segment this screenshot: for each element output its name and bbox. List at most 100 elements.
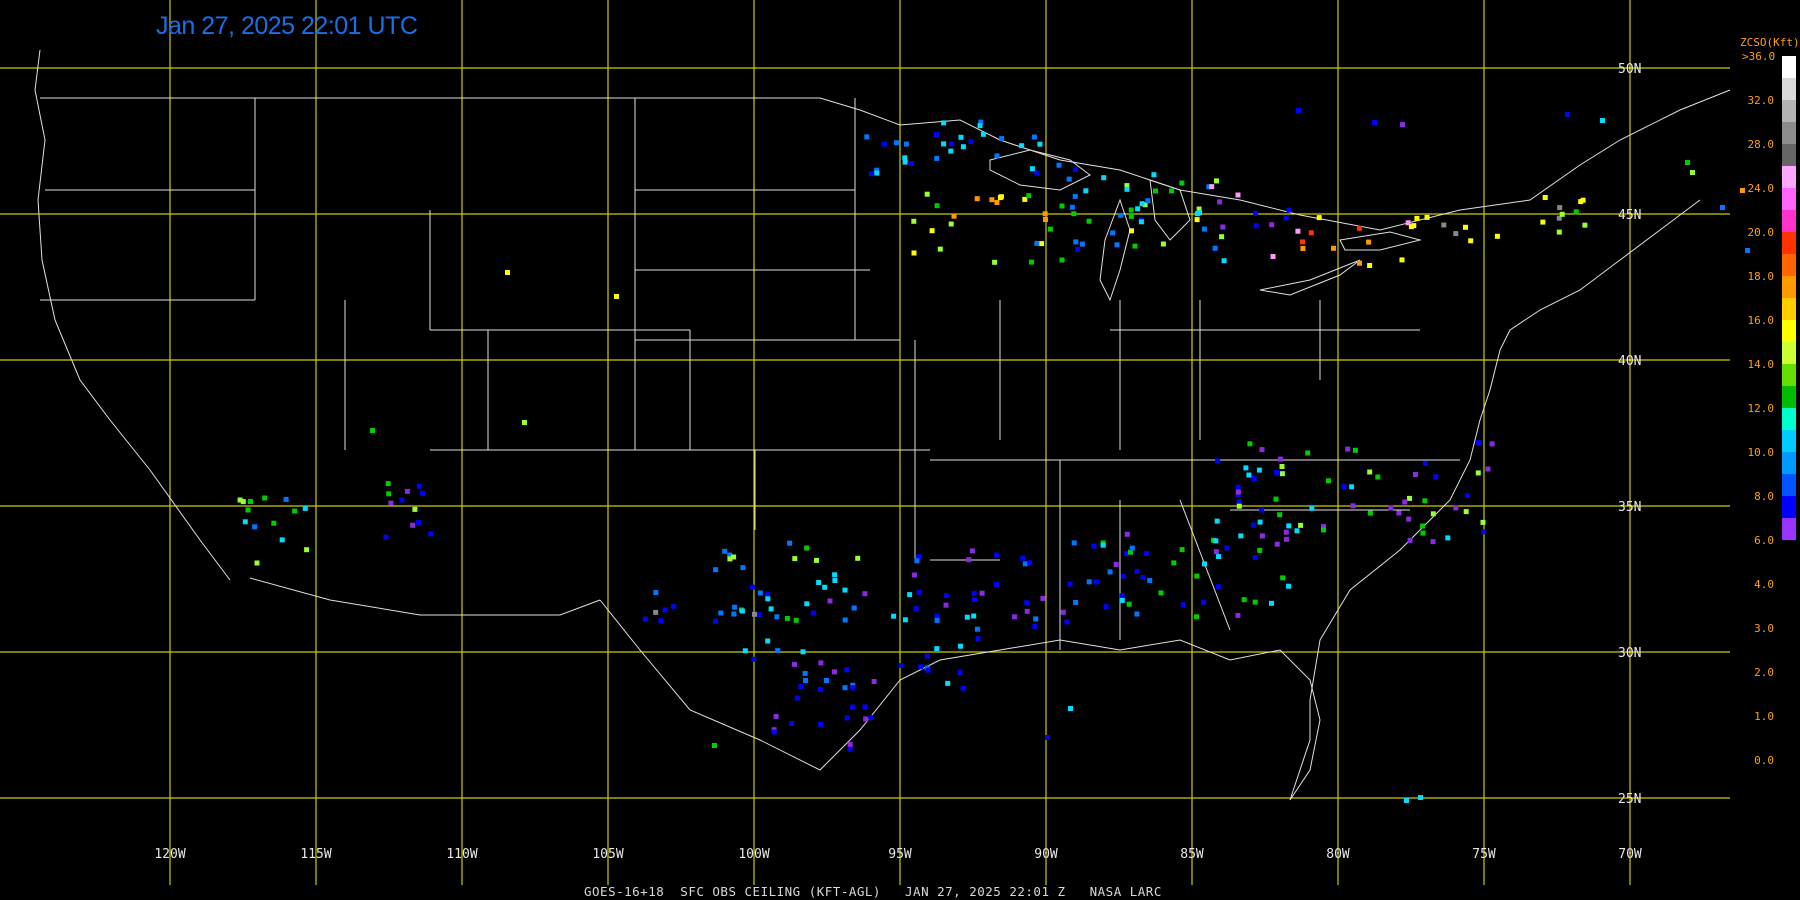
station-marker	[1094, 579, 1099, 585]
station-marker	[832, 578, 838, 583]
station-marker	[891, 613, 897, 619]
station-marker	[1399, 257, 1405, 263]
station-marker	[1012, 614, 1018, 620]
station-marker	[1202, 561, 1207, 567]
station-marker	[1279, 471, 1285, 477]
station-marker	[428, 531, 434, 537]
station-marker	[1559, 211, 1565, 217]
station-marker	[1256, 467, 1262, 473]
station-marker	[420, 490, 425, 496]
station-marker	[977, 123, 983, 129]
station-marker	[1582, 222, 1588, 228]
station-marker	[1480, 519, 1486, 525]
station-marker	[868, 715, 874, 721]
station-marker	[1259, 447, 1265, 453]
station-marker	[386, 491, 392, 497]
station-marker	[862, 704, 868, 710]
station-marker	[1565, 112, 1570, 117]
station-marker	[1128, 213, 1134, 219]
station-marker	[844, 667, 850, 673]
station-marker	[1236, 499, 1242, 504]
station-marker	[1100, 542, 1106, 548]
station-marker	[254, 560, 260, 566]
station-marker	[948, 221, 954, 227]
station-marker	[958, 643, 963, 649]
station-marker	[1367, 469, 1373, 475]
station-marker	[1075, 247, 1080, 252]
colorbar-segment	[1782, 474, 1796, 496]
station-marker	[975, 636, 981, 642]
station-marker	[292, 508, 298, 514]
station-marker	[1356, 225, 1362, 231]
colorbar-segment	[1782, 518, 1796, 540]
longitude-label: 90W	[1034, 847, 1058, 862]
station-marker	[1277, 456, 1283, 462]
station-marker	[1031, 134, 1037, 140]
longitude-label: 85W	[1180, 847, 1204, 862]
colorbar-tick-label: 16.0	[1747, 314, 1775, 327]
station-marker	[934, 203, 940, 209]
colorbar-segment	[1782, 254, 1796, 276]
station-marker	[1253, 210, 1259, 216]
station-marker	[1430, 511, 1436, 517]
station-marker	[1043, 217, 1048, 222]
station-marker	[505, 270, 510, 275]
colorbar-segment	[1782, 386, 1796, 408]
latitude-label: 45N	[1618, 208, 1641, 223]
station-marker	[1279, 464, 1285, 469]
station-marker	[1235, 192, 1241, 198]
station-marker	[1103, 604, 1109, 610]
station-marker	[1269, 222, 1275, 228]
station-marker	[871, 679, 877, 684]
station-marker	[898, 663, 904, 669]
station-marker	[1068, 706, 1073, 711]
colorbar-segment	[1782, 144, 1796, 166]
station-marker	[765, 596, 771, 602]
station-marker	[1475, 470, 1481, 476]
station-marker	[934, 613, 940, 619]
station-marker	[957, 670, 963, 676]
station-marker	[994, 200, 1000, 205]
station-marker	[1295, 228, 1301, 234]
station-marker	[1407, 495, 1412, 501]
station-marker	[1022, 561, 1028, 567]
station-marker	[1321, 527, 1326, 533]
station-marker	[713, 618, 719, 624]
station-marker	[818, 660, 824, 666]
station-marker	[1056, 162, 1062, 168]
colorbar	[1782, 56, 1796, 540]
colorbar-segment	[1782, 276, 1796, 298]
station-marker	[1194, 614, 1199, 620]
station-marker	[1180, 602, 1186, 608]
station-marker	[1300, 246, 1306, 251]
station-marker	[818, 686, 823, 692]
station-marker	[1221, 258, 1227, 264]
station-marker	[1257, 547, 1263, 553]
station-marker	[522, 420, 527, 425]
station-marker	[851, 605, 857, 611]
station-marker	[1241, 597, 1247, 603]
station-marker	[933, 132, 939, 138]
station-marker	[1091, 543, 1097, 549]
station-marker	[1286, 207, 1292, 213]
station-marker	[1404, 798, 1409, 803]
station-marker	[1422, 460, 1428, 466]
colorbar-tick-label: 0.0	[1754, 754, 1774, 767]
station-marker	[1481, 529, 1487, 535]
station-marker	[911, 572, 917, 578]
station-marker	[810, 610, 816, 616]
station-marker	[653, 609, 659, 615]
station-marker	[739, 608, 745, 614]
station-marker	[1101, 175, 1107, 181]
station-marker	[862, 591, 868, 597]
station-marker	[960, 144, 966, 150]
station-marker	[1422, 498, 1428, 504]
colorbar-segment	[1782, 496, 1796, 518]
station-marker	[999, 136, 1005, 142]
station-marker	[1259, 507, 1265, 513]
station-marker	[784, 615, 790, 621]
station-marker	[804, 601, 810, 607]
station-marker	[1138, 219, 1144, 225]
station-marker	[864, 134, 870, 140]
colorbar-tick-label: 3.0	[1754, 622, 1774, 635]
